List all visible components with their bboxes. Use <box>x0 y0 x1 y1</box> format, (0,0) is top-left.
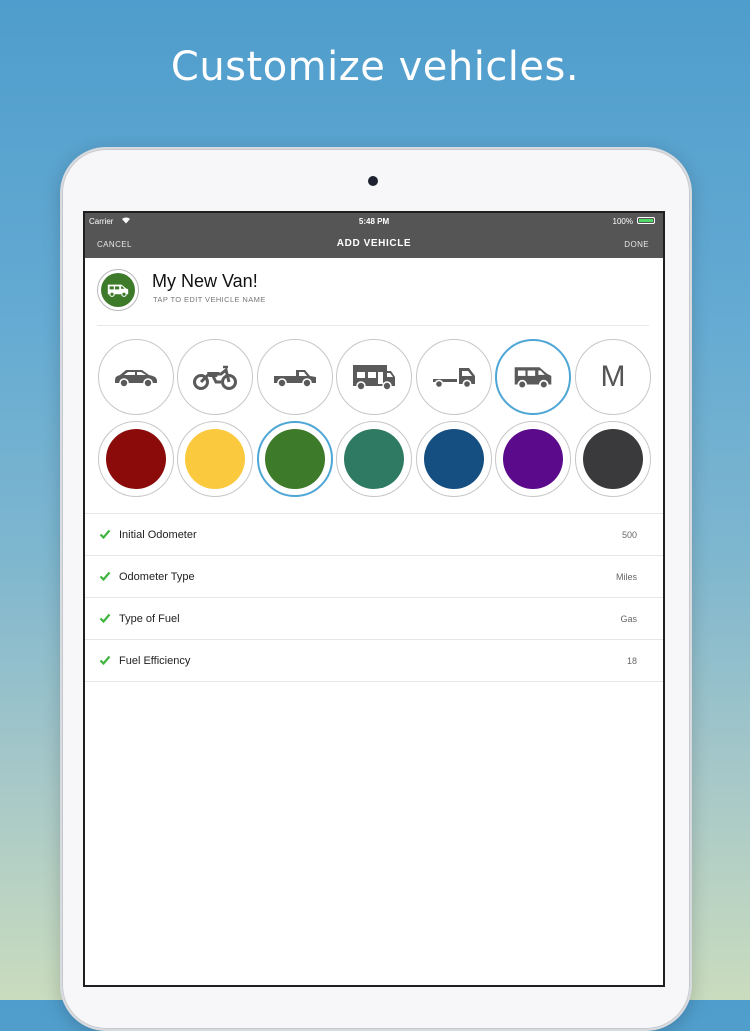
vehicle-type-semi[interactable] <box>416 339 492 415</box>
van-icon <box>107 284 129 297</box>
color-swatch <box>106 429 166 489</box>
rv-icon <box>353 365 395 391</box>
color-swatch <box>503 429 563 489</box>
semi-truck-icon <box>433 368 475 389</box>
app-screen: Carrier 5:48 PM 100% CANCEL ADD VEHICLE … <box>83 211 665 987</box>
vehicle-type-car[interactable] <box>98 339 174 415</box>
color-option-red[interactable] <box>98 421 174 497</box>
color-option-purple[interactable] <box>495 421 571 497</box>
checkmark-icon <box>99 571 111 582</box>
vehicle-name-hint: TAP TO EDIT VEHICLE NAME <box>153 295 266 304</box>
color-option-green[interactable] <box>257 421 333 497</box>
vehicle-avatar-fill <box>101 273 135 307</box>
nav-bar: CANCEL ADD VEHICLE DONE <box>85 230 663 258</box>
setting-row-fuel-type[interactable]: Type of Fuel Gas <box>85 598 663 640</box>
vehicle-type-van[interactable] <box>495 339 571 415</box>
checkmark-icon <box>99 529 111 540</box>
color-option-yellow[interactable] <box>177 421 253 497</box>
color-option-blue[interactable] <box>416 421 492 497</box>
checkmark-icon <box>99 655 111 666</box>
setting-label: Type of Fuel <box>119 612 180 625</box>
setting-label: Fuel Efficiency <box>119 654 191 667</box>
motorcycle-icon <box>193 365 237 390</box>
vehicle-type-custom[interactable]: M <box>575 339 651 415</box>
battery-icon <box>637 217 655 224</box>
done-button[interactable]: DONE <box>624 240 649 249</box>
vehicle-settings-list: Initial Odometer 500 Odometer Type Miles… <box>85 513 663 682</box>
vehicle-avatar[interactable] <box>97 269 139 311</box>
vehicle-header: My New Van! TAP TO EDIT VEHICLE NAME <box>85 258 663 326</box>
pickup-truck-icon <box>274 370 316 388</box>
checkmark-icon <box>99 613 111 624</box>
color-swatch <box>185 429 245 489</box>
vehicle-type-motorcycle[interactable] <box>177 339 253 415</box>
color-option-teal[interactable] <box>336 421 412 497</box>
setting-value: 500 <box>621 529 637 540</box>
color-row <box>85 421 663 503</box>
battery-percent: 100% <box>612 217 633 226</box>
color-option-charcoal[interactable] <box>575 421 651 497</box>
vehicle-type-pickup[interactable] <box>257 339 333 415</box>
nav-title: ADD VEHICLE <box>336 238 412 249</box>
color-swatch <box>424 429 484 489</box>
vehicle-type-row: M <box>85 339 663 421</box>
header-divider <box>97 325 649 326</box>
color-swatch <box>583 429 643 489</box>
car-icon <box>115 370 157 388</box>
status-time: 5:48 PM <box>358 217 390 226</box>
front-camera <box>368 176 378 186</box>
vehicle-name[interactable]: My New Van! <box>152 271 258 292</box>
van-icon <box>514 367 552 390</box>
setting-value: Miles <box>615 571 637 582</box>
setting-value: 18 <box>626 655 637 666</box>
setting-label: Odometer Type <box>119 570 195 583</box>
setting-value: Gas <box>620 613 637 624</box>
color-swatch <box>344 429 404 489</box>
marketing-headline: Customize vehicles. <box>170 44 580 90</box>
setting-row-fuel-efficiency[interactable]: Fuel Efficiency 18 <box>85 640 663 682</box>
vehicle-type-rv[interactable] <box>336 339 412 415</box>
setting-row-odometer-type[interactable]: Odometer Type Miles <box>85 556 663 598</box>
setting-label: Initial Odometer <box>119 528 197 541</box>
status-bar: Carrier 5:48 PM 100% <box>85 213 663 230</box>
color-swatch <box>265 429 325 489</box>
setting-row-initial-odometer[interactable]: Initial Odometer 500 <box>85 514 663 556</box>
letter-m-icon: M <box>600 360 626 393</box>
